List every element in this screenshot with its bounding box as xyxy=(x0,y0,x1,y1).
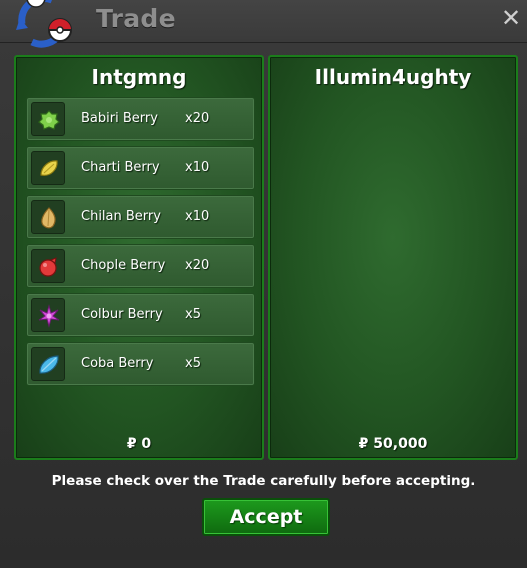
item-slot xyxy=(31,347,65,381)
item-quantity: x5 xyxy=(185,307,201,322)
item-slot xyxy=(31,200,65,234)
close-icon[interactable]: ✕ xyxy=(499,6,523,30)
partner-money-offer: ₽ 50,000 xyxy=(358,436,428,452)
my-money-offer: ₽ 0 xyxy=(126,436,152,452)
item-slot xyxy=(31,249,65,283)
offer-item[interactable]: Chople Berry x20 xyxy=(26,244,255,288)
item-name: Chople Berry xyxy=(81,258,166,273)
item-quantity: x10 xyxy=(185,209,210,224)
item-name: Chilan Berry xyxy=(81,209,161,224)
item-quantity: x10 xyxy=(185,160,210,175)
offer-item[interactable]: Coba Berry x5 xyxy=(26,342,255,386)
item-quantity: x5 xyxy=(185,356,201,371)
item-slot xyxy=(31,151,65,185)
offer-item[interactable]: Charti Berry x10 xyxy=(26,146,255,190)
babiri-berry-icon xyxy=(38,110,60,130)
my-player-name: Intgmng xyxy=(91,65,187,89)
chilan-berry-icon xyxy=(41,207,56,229)
item-slot xyxy=(31,102,65,136)
colbur-berry-icon xyxy=(38,304,60,328)
offer-item[interactable]: Chilan Berry x10 xyxy=(26,195,255,239)
trade-notice: Please check over the Trade carefully be… xyxy=(51,473,476,489)
partner-player-name: Illumin4ughty xyxy=(314,65,472,89)
chople-berry-icon xyxy=(39,257,57,277)
item-name: Charti Berry xyxy=(81,160,160,175)
item-name: Colbur Berry xyxy=(81,307,163,322)
item-name: Coba Berry xyxy=(81,356,154,371)
item-name: Babiri Berry xyxy=(81,111,158,126)
trade-logo-icon xyxy=(16,0,72,48)
item-quantity: x20 xyxy=(185,258,210,273)
trade-window: Trade ✕ Intgmng Babiri Berry x20 Charti … xyxy=(0,0,527,568)
title-bar[interactable]: Trade ✕ xyxy=(0,0,527,48)
window-title: Trade xyxy=(96,4,176,33)
charti-berry-icon xyxy=(40,160,58,176)
accept-button[interactable]: Accept xyxy=(202,498,330,536)
coba-berry-icon xyxy=(39,355,59,374)
offer-item-list: Babiri Berry x20 Charti Berry x10 Chilan… xyxy=(26,97,255,391)
offer-item[interactable]: Colbur Berry x5 xyxy=(26,293,255,337)
partner-offer-panel: Illumin4ughty ₽ 50,000 xyxy=(268,55,518,460)
item-slot xyxy=(31,298,65,332)
item-quantity: x20 xyxy=(185,111,210,126)
offer-item[interactable]: Babiri Berry x20 xyxy=(26,97,255,141)
my-offer-panel: Intgmng Babiri Berry x20 Charti Berry x1… xyxy=(14,55,264,460)
